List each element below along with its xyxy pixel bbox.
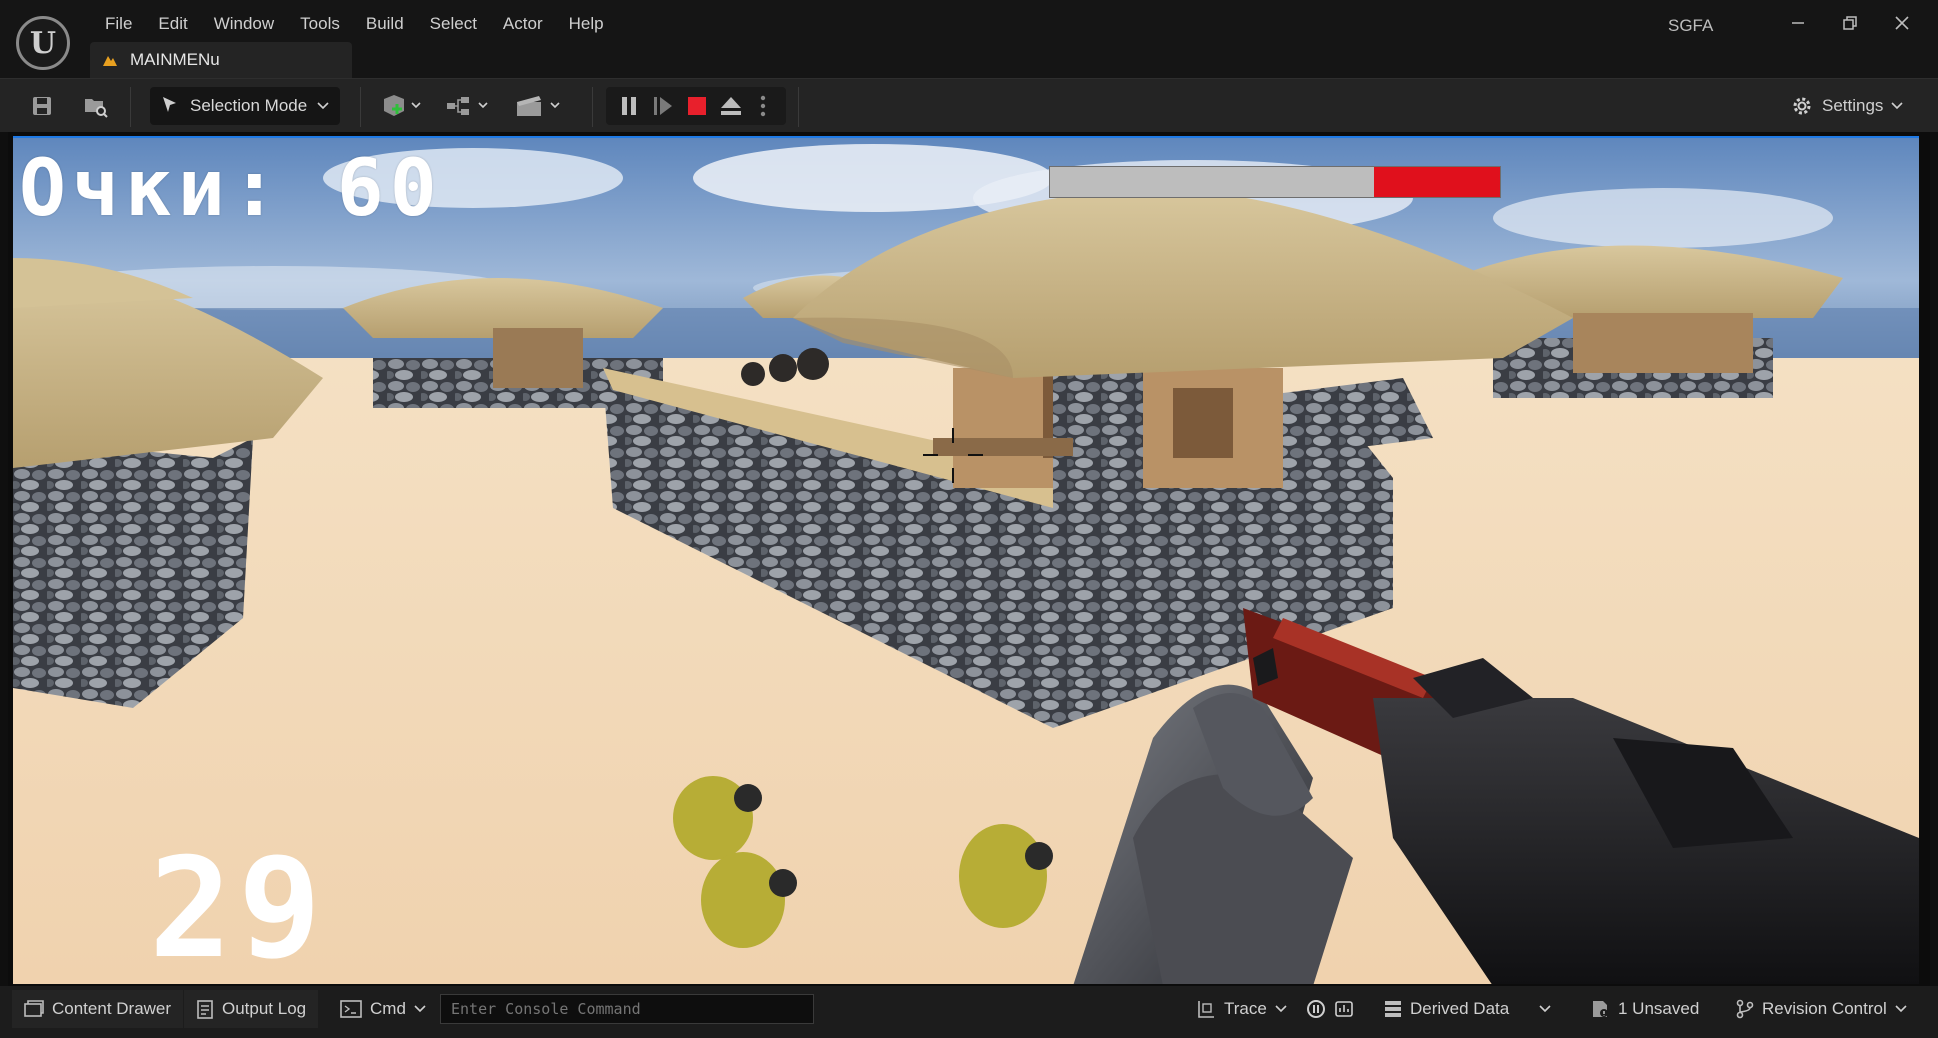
- minimize-icon: [1792, 22, 1804, 24]
- gear-icon: [1793, 97, 1811, 115]
- restore-icon: [1843, 16, 1857, 30]
- step-icon: [654, 97, 672, 115]
- level-tab-label: MAINMENu: [130, 50, 220, 69]
- close-button[interactable]: [1882, 8, 1922, 38]
- menu-file[interactable]: File: [92, 10, 145, 38]
- project-name: SGFA: [1668, 16, 1714, 35]
- eject-button[interactable]: [716, 88, 746, 124]
- cinematics-icon: [517, 96, 560, 116]
- browse-icon: [85, 99, 108, 118]
- cmd-dropdown[interactable]: Cmd: [328, 990, 438, 1028]
- level-icon: [103, 56, 117, 66]
- cursor-icon: [163, 97, 176, 112]
- toolbar-separator: [798, 87, 799, 127]
- menu-tools[interactable]: Tools: [287, 10, 353, 38]
- title-bar: U File Edit Window Tools Build Select Ac…: [0, 0, 1938, 78]
- chevron-down-icon: [317, 102, 329, 110]
- settings-dropdown[interactable]: Settings: [1790, 87, 1904, 125]
- content-drawer-button[interactable]: Content Drawer: [12, 990, 184, 1028]
- chevron-down-icon: [1539, 1005, 1551, 1013]
- ammo-counter: 29: [149, 828, 328, 984]
- snapshot-button[interactable]: [1334, 990, 1354, 1028]
- trace-label: Trace: [1224, 999, 1267, 1018]
- save-button[interactable]: [24, 88, 60, 124]
- settings-label: Settings: [1822, 96, 1884, 115]
- main-toolbar: Selection Mode Settings: [0, 78, 1938, 132]
- score-counter: Очки: 60: [19, 144, 443, 234]
- restore-button[interactable]: [1830, 8, 1870, 38]
- health-bar: [1049, 166, 1501, 198]
- add-actor-button[interactable]: [378, 88, 426, 124]
- chevron-down-icon: [1891, 102, 1904, 110]
- snapshot-icon: [1335, 1001, 1353, 1017]
- health-bar-fill: [1374, 167, 1500, 197]
- unreal-logo-icon[interactable]: U: [16, 16, 70, 70]
- blueprint-icon: [447, 97, 488, 115]
- menu-actor[interactable]: Actor: [490, 10, 556, 38]
- content-drawer-icon: [24, 1000, 44, 1017]
- trace-icon: [1198, 1001, 1214, 1018]
- save-icon: [33, 97, 51, 115]
- step-button[interactable]: [648, 88, 678, 124]
- level-tab[interactable]: MAINMENu: [90, 42, 352, 78]
- toolbar-separator: [592, 87, 593, 127]
- cinematics-button[interactable]: [514, 88, 564, 124]
- minimize-button[interactable]: [1778, 8, 1818, 38]
- menu-help[interactable]: Help: [556, 10, 617, 38]
- selection-mode-label: Selection Mode: [190, 96, 308, 115]
- cmd-label: Cmd: [370, 999, 406, 1018]
- output-log-button[interactable]: Output Log: [184, 990, 319, 1028]
- trace-dropdown[interactable]: Trace: [1196, 990, 1287, 1028]
- terminal-icon: [340, 1000, 362, 1018]
- pause-button[interactable]: [614, 88, 644, 124]
- menu-build[interactable]: Build: [353, 10, 417, 38]
- revision-control-label: Revision Control: [1762, 999, 1887, 1018]
- menu-window[interactable]: Window: [201, 10, 287, 38]
- blueprint-button[interactable]: [444, 88, 494, 124]
- close-icon: [1895, 16, 1909, 30]
- more-icon: [760, 95, 766, 117]
- unsaved-button[interactable]: 1 Unsaved: [1590, 990, 1699, 1028]
- stop-icon: [688, 97, 706, 115]
- record-icon: [1307, 1000, 1325, 1018]
- play-controls: [606, 87, 786, 125]
- content-drawer-label: Content Drawer: [52, 999, 172, 1018]
- chevron-down-icon: [1895, 1005, 1907, 1013]
- derived-data-icon: [1385, 1001, 1401, 1017]
- menu-edit[interactable]: Edit: [145, 10, 200, 38]
- add-actor-icon: [384, 95, 421, 116]
- branch-icon: [1736, 999, 1754, 1019]
- menu-select[interactable]: Select: [417, 10, 490, 38]
- status-bar: Content Drawer Output Log Cmd Trace Deri…: [0, 986, 1938, 1038]
- game-viewport[interactable]: Очки: 60 29: [13, 136, 1919, 984]
- browse-button[interactable]: [78, 88, 114, 124]
- more-options-button[interactable]: [750, 88, 776, 124]
- stop-button[interactable]: [682, 88, 712, 124]
- unsaved-file-icon: [1593, 1001, 1608, 1017]
- toolbar-separator: [130, 87, 131, 127]
- record-trace-button[interactable]: [1306, 990, 1326, 1028]
- eject-icon: [721, 97, 741, 115]
- output-log-label: Output Log: [222, 999, 307, 1018]
- menu-bar: File Edit Window Tools Build Select Acto…: [92, 10, 617, 38]
- console-command-input[interactable]: [440, 994, 814, 1024]
- derived-data-label: Derived Data: [1410, 999, 1510, 1018]
- pause-icon: [622, 97, 636, 115]
- selection-mode-dropdown[interactable]: Selection Mode: [150, 87, 340, 125]
- chevron-down-icon: [414, 1005, 426, 1013]
- chevron-down-icon: [1275, 1005, 1287, 1013]
- toolbar-separator: [360, 87, 361, 127]
- unsaved-label: 1 Unsaved: [1618, 999, 1700, 1018]
- revision-control-dropdown[interactable]: Revision Control: [1736, 990, 1907, 1028]
- derived-data-dropdown[interactable]: Derived Data: [1384, 990, 1551, 1028]
- output-log-icon: [197, 1000, 213, 1019]
